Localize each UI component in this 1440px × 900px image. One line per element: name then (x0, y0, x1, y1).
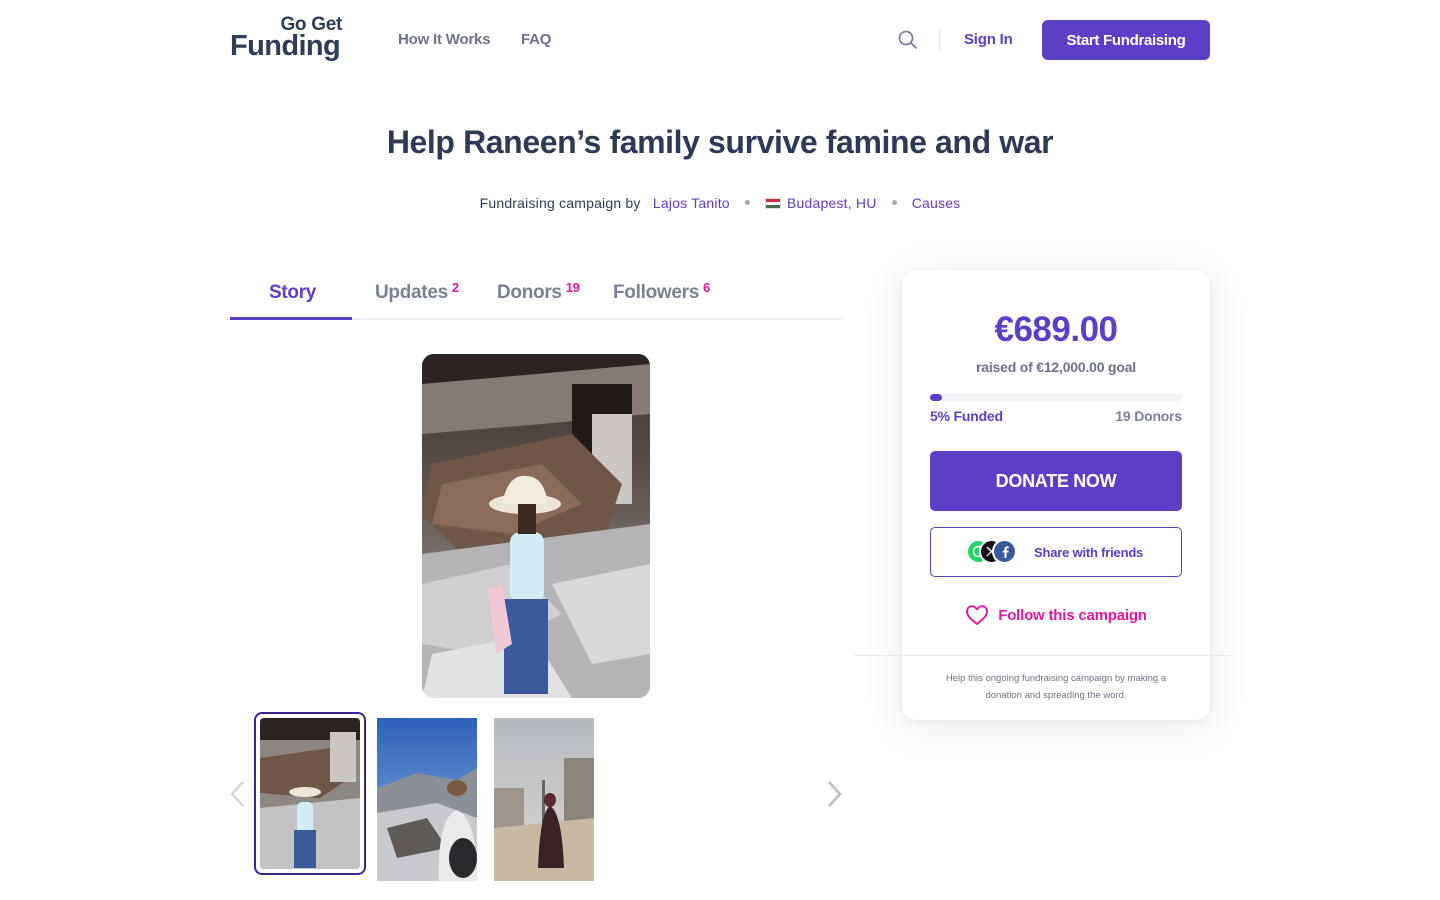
sign-in-link[interactable]: Sign In (964, 31, 1013, 48)
gallery-next-arrow[interactable] (824, 780, 844, 808)
campaign-meta: Fundraising campaign by Lajos Tanito Bud… (0, 195, 1440, 211)
follow-campaign-button[interactable]: Follow this campaign (902, 604, 1210, 626)
active-tab-indicator (230, 317, 352, 320)
donate-now-button[interactable]: DONATE NOW (930, 451, 1182, 511)
tab-label: Story (269, 282, 317, 303)
share-with-friends-button[interactable]: Share with friends (930, 527, 1182, 577)
heart-icon (966, 605, 989, 625)
tab-updates[interactable]: Updates 2 (375, 280, 459, 304)
share-icons-group (966, 539, 1024, 565)
tab-count-badge: 6 (702, 280, 710, 295)
logo-bottom-text: Funding (230, 30, 341, 62)
nav-how-it-works[interactable]: How It Works (398, 31, 491, 48)
funded-percent: 5% Funded (930, 408, 1003, 424)
meta-separator (744, 199, 750, 205)
location-link[interactable]: Budapest, HU (787, 195, 877, 211)
follow-label: Follow this campaign (998, 606, 1147, 624)
organizer-link[interactable]: Lajos Tanito (653, 195, 730, 211)
meta-separator (891, 199, 897, 205)
donors-count: 19 Donors (1115, 408, 1182, 424)
tab-label: Updates (375, 282, 448, 303)
card-divider (854, 655, 1232, 656)
donation-card: €689.00 raised of €12,000.00 goal 5% Fun… (902, 270, 1210, 720)
tab-label: Followers (613, 282, 699, 303)
tab-count-badge: 19 (565, 280, 580, 295)
amount-raised: €689.00 (994, 310, 1118, 349)
progress-fill (930, 394, 942, 401)
photo-child-in-rubble (422, 354, 650, 698)
tab-followers[interactable]: Followers 6 (613, 280, 710, 304)
tab-story[interactable]: Story (269, 282, 316, 304)
campaign-tabs: Story Updates 2 Donors 19 Followers 6 (230, 270, 842, 320)
byline-prefix: Fundraising campaign by (479, 195, 641, 211)
facebook-icon (992, 539, 1017, 564)
thumbnail-photo (494, 718, 594, 881)
site-logo[interactable]: Go Get Funding (230, 14, 344, 64)
progress-bar (930, 394, 1182, 401)
card-help-text: Help this ongoing fundraising campaign b… (945, 673, 1167, 701)
tab-count-badge: 2 (451, 280, 459, 295)
search-icon[interactable] (897, 29, 919, 51)
gallery-thumbnail-2[interactable] (377, 718, 477, 881)
start-fundraising-button[interactable]: Start Fundraising (1042, 20, 1210, 60)
share-label: Share with friends (1034, 544, 1144, 560)
category-link[interactable]: Causes (912, 195, 961, 211)
nav-faq[interactable]: FAQ (521, 31, 551, 48)
gallery-thumbnail-3[interactable] (494, 718, 594, 881)
campaign-title: Help Raneen’s family survive famine and … (386, 124, 1054, 160)
header-divider (939, 28, 940, 52)
main-campaign-photo[interactable] (422, 354, 650, 698)
gallery-thumbnail-1[interactable] (260, 718, 360, 869)
thumbnail-photo (260, 718, 360, 869)
goal-text: raised of €12,000.00 goal (976, 359, 1136, 375)
site-header: Go Get Funding How It Works FAQ Sign In … (0, 0, 1440, 82)
tab-donors[interactable]: Donors 19 (497, 280, 580, 304)
thumbnail-photo (377, 718, 477, 881)
tab-label: Donors (497, 282, 562, 303)
hungary-flag-icon (764, 197, 781, 209)
gallery-prev-arrow[interactable] (228, 780, 248, 808)
